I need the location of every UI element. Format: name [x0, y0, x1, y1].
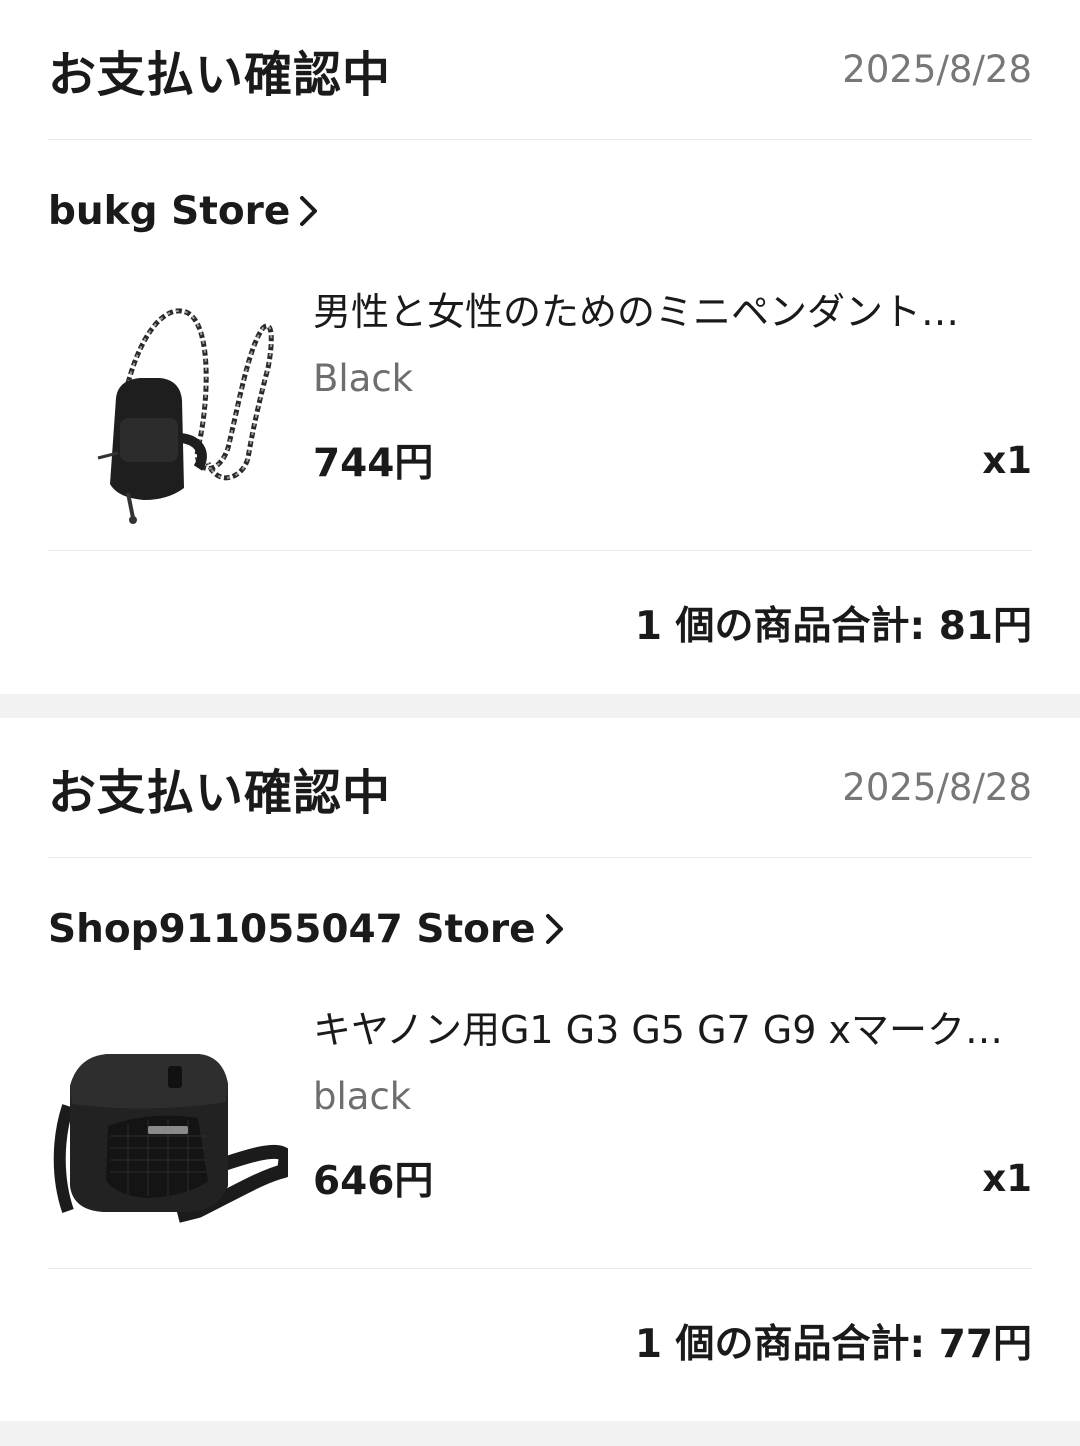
- camera-bag-image: [53, 1054, 288, 1223]
- product-variant: black: [313, 1075, 412, 1118]
- product-image[interactable]: [48, 1006, 288, 1246]
- mini-pendant-bag-image: [97, 308, 274, 524]
- store-link[interactable]: bukg Store: [48, 140, 1032, 282]
- product-title[interactable]: キヤノン用G1 G3 G5 G7 G9 xマークii …: [313, 1004, 1013, 1056]
- order-status: お支払い確認中: [48, 764, 392, 821]
- chevron-right-icon[interactable]: [296, 192, 322, 230]
- order-header: お支払い確認中 2025/8/28: [48, 0, 1032, 140]
- chevron-right-icon[interactable]: [542, 910, 568, 948]
- order-header: お支払い確認中 2025/8/28: [48, 718, 1032, 858]
- product-quantity: x1: [982, 1156, 1032, 1200]
- price-row: 744円 x1: [313, 432, 1032, 488]
- order-date: 2025/8/28: [842, 766, 1032, 809]
- item-info: キヤノン用G1 G3 G5 G7 G9 xマークii … black 646円 …: [313, 1000, 1032, 1268]
- order-total-row: 1 個の商品合計: 77円: [48, 1269, 1032, 1413]
- price-row: 646円 x1: [313, 1150, 1032, 1206]
- order-card[interactable]: お支払い確認中 2025/8/28 bukg Store 男性と女性のためのミニ…: [0, 0, 1080, 694]
- product-price: 744円: [313, 441, 434, 486]
- store-name[interactable]: Shop911055047 Store: [48, 907, 536, 952]
- store-name[interactable]: bukg Store: [48, 189, 290, 234]
- product-image[interactable]: [48, 288, 288, 528]
- store-link[interactable]: Shop911055047 Store: [48, 858, 1032, 1000]
- product-variant: Black: [313, 357, 414, 400]
- order-total-row: 1 個の商品合計: 81円: [48, 551, 1032, 695]
- order-item[interactable]: 男性と女性のためのミニペンダント… Black 744円 x1: [48, 282, 1032, 551]
- order-card[interactable]: お支払い確認中 2025/8/28 Shop911055047 Store キヤ…: [0, 718, 1080, 1421]
- product-title[interactable]: 男性と女性のためのミニペンダント…: [313, 286, 1013, 338]
- order-total: 1 個の商品合計: 81円: [634, 604, 1032, 649]
- order-date: 2025/8/28: [842, 48, 1032, 91]
- order-status: お支払い確認中: [48, 46, 392, 103]
- product-price: 646円: [313, 1159, 434, 1204]
- order-total: 1 個の商品合計: 77円: [634, 1322, 1032, 1367]
- item-info: 男性と女性のためのミニペンダント… Black 744円 x1: [313, 282, 1032, 550]
- order-item[interactable]: キヤノン用G1 G3 G5 G7 G9 xマークii … black 646円 …: [48, 1000, 1032, 1269]
- product-quantity: x1: [982, 438, 1032, 482]
